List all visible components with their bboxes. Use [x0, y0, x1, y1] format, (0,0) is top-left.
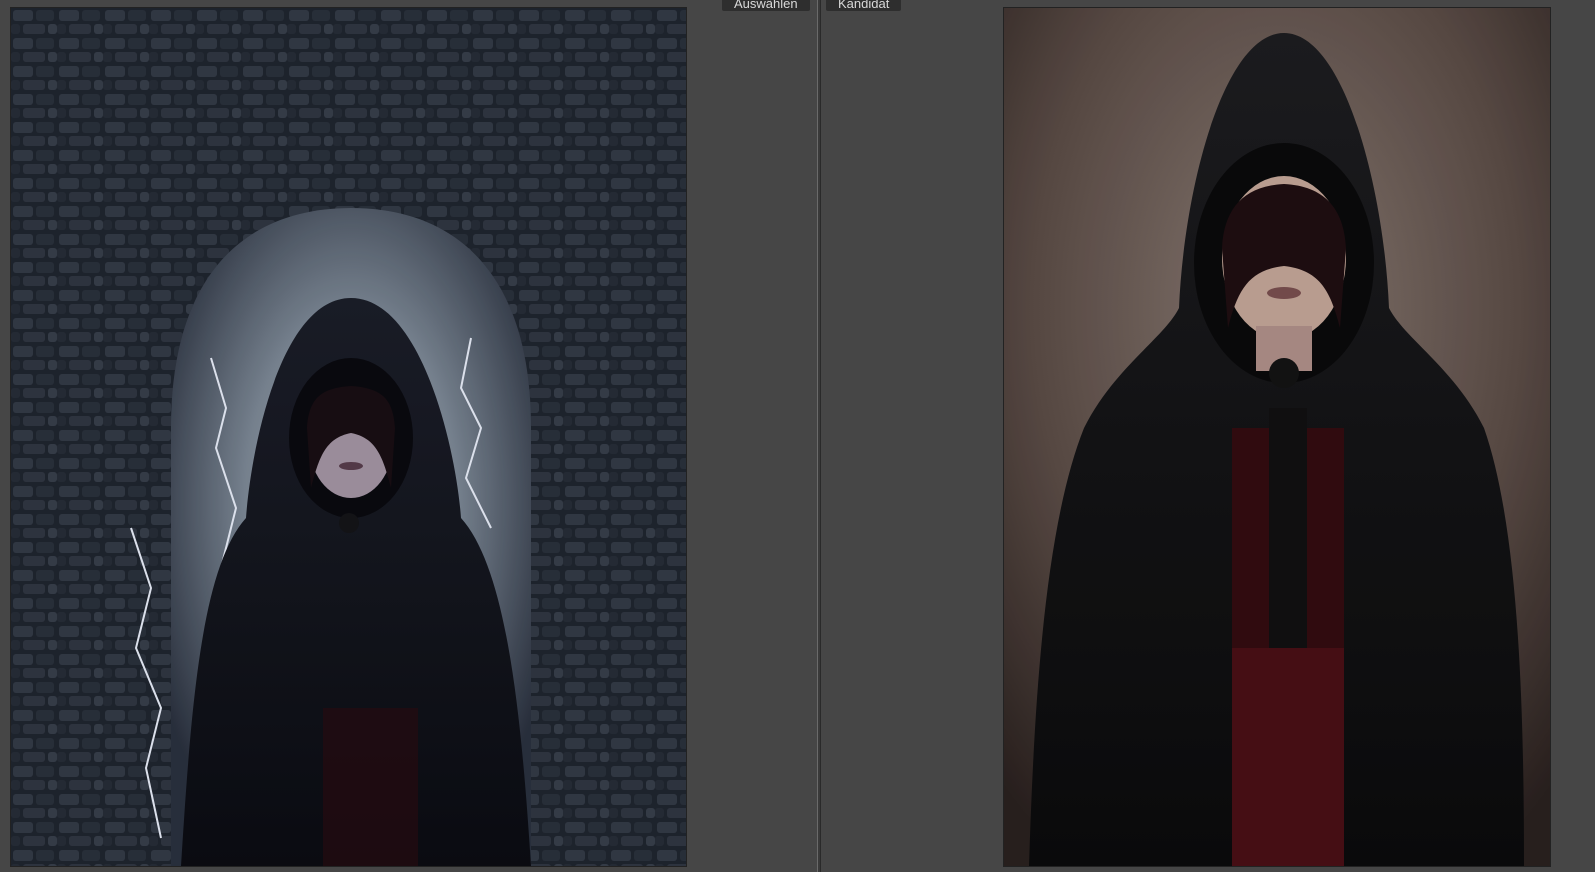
candidate-label: Kandidat [826, 0, 902, 11]
select-pane[interactable] [0, 0, 817, 872]
select-photo[interactable] [11, 8, 686, 866]
compare-view: Auswählen Kandidat [0, 0, 1595, 872]
select-label: Auswählen [722, 0, 810, 11]
candidate-photo[interactable] [1004, 8, 1550, 866]
candidate-photo-image [1004, 8, 1550, 866]
select-photo-image [11, 8, 686, 866]
